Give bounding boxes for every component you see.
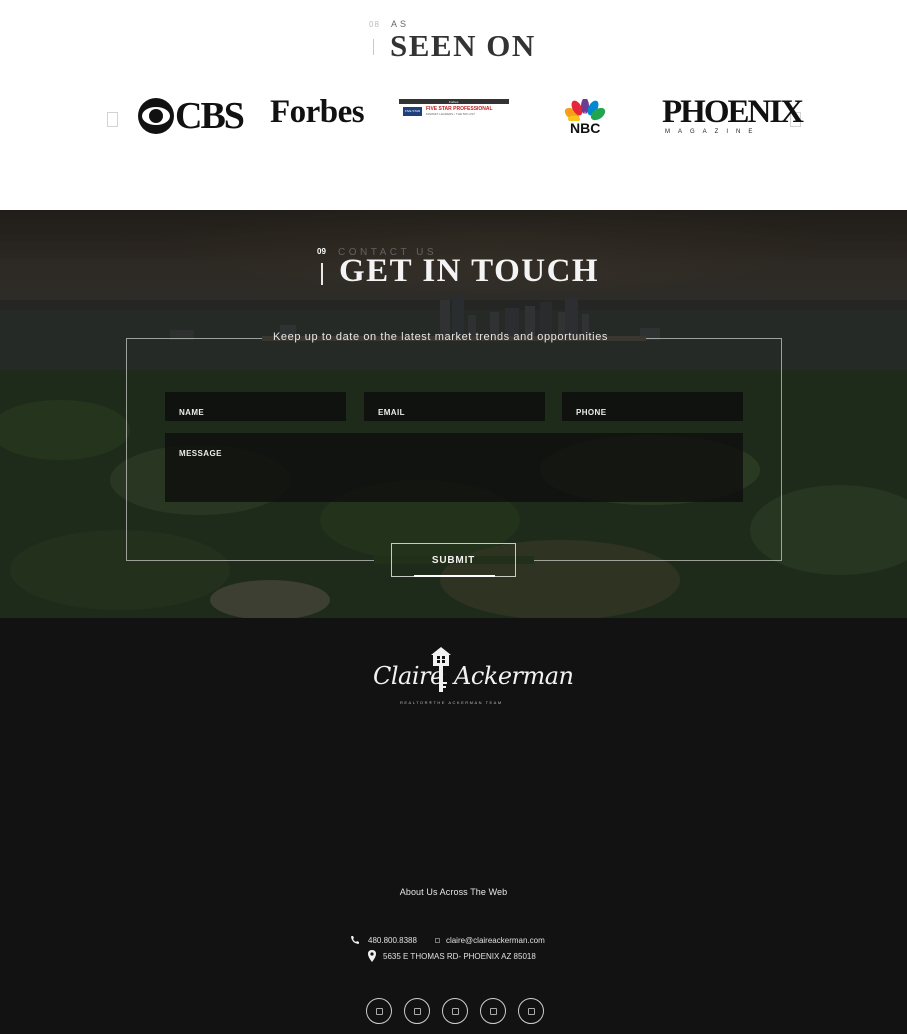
title-divider [373, 39, 374, 55]
cbs-logo-text: CBS [175, 95, 245, 137]
social-link-3[interactable] [442, 998, 468, 1024]
message-field-placeholder: MESSAGE [179, 449, 222, 458]
message-field[interactable]: MESSAGE [165, 433, 743, 502]
five-star-subtitle: MARKET LEADERS • THE 500 LIST [426, 112, 475, 116]
cbs-eye-icon [138, 98, 174, 134]
logo-tagline: REALTOR®THE ACKERMAN TEAM [400, 700, 503, 705]
phoenix-logo-text: PHOENIX [662, 94, 804, 130]
social-link-4[interactable] [480, 998, 506, 1024]
social-link-1[interactable] [366, 998, 392, 1024]
social-icon [489, 1007, 497, 1015]
section-title: GET IN TOUCH [339, 253, 600, 289]
social-links [366, 998, 544, 1024]
section-number: 08 [369, 20, 380, 29]
claire-ackerman-logo[interactable]: Claire Ackerman REALTOR®THE ACKERMAN TEA… [368, 642, 574, 710]
phone-link[interactable]: 480.800.8388 [368, 936, 417, 945]
social-link-2[interactable] [404, 998, 430, 1024]
email-link[interactable]: claire@claireackerman.com [446, 936, 545, 945]
submit-button[interactable]: SUBMIT [391, 543, 516, 577]
address-row: 5635 E THOMAS RD- PHOENIX AZ 85018 [367, 949, 536, 963]
social-icon [451, 1007, 459, 1015]
about-us-link[interactable]: About Us Across The Web [0, 887, 907, 897]
form-intro-text: Keep up to date on the latest market tre… [273, 331, 609, 343]
name-field-placeholder: NAME [179, 408, 205, 417]
name-field[interactable]: NAME [165, 392, 346, 421]
email-field-placeholder: EMAIL [378, 408, 405, 417]
phoenix-logo-subtext: MAGAZINE [665, 129, 761, 135]
social-link-5[interactable] [518, 998, 544, 1024]
phone-field-placeholder: PHONE [576, 408, 607, 417]
social-icon [527, 1007, 535, 1015]
logo-last-name: Ackerman [454, 662, 574, 690]
phone-icon [351, 936, 359, 944]
phone-field[interactable]: PHONE [562, 392, 743, 421]
as-seen-on-section: 08 AS SEEN ON CBS Forbes Forbes FIVE STA… [0, 0, 907, 210]
phoenix-magazine-logo: PHOENIX MAGAZINE [662, 94, 804, 136]
location-pin-icon [368, 950, 376, 962]
five-star-forbes-text: Forbes [449, 100, 459, 104]
nbc-logo: NBC [560, 99, 609, 139]
address-text: 5635 E THOMAS RD- PHOENIX AZ 85018 [383, 951, 536, 961]
carousel-prev-arrow-icon[interactable] [107, 112, 118, 127]
social-icon [413, 1007, 421, 1015]
email-field[interactable]: EMAIL [364, 392, 545, 421]
five-star-badge: FIVE STAR [403, 107, 422, 116]
five-star-professional-logo: Forbes FIVE STAR FIVE STAR PROFESSIONAL … [399, 99, 509, 121]
social-icon [375, 1007, 383, 1015]
title-divider [321, 263, 323, 285]
cbs-logo: CBS [138, 95, 245, 137]
nbc-logo-text: NBC [568, 120, 603, 136]
contact-section: 09 CONTACT US GET IN TOUCH Keep up to da… [0, 210, 907, 618]
email-icon [434, 937, 440, 943]
section-title: SEEN ON [390, 28, 536, 63]
forbes-logo: Forbes [270, 94, 365, 130]
section-number: 09 [317, 247, 326, 256]
site-footer: Claire Ackerman REALTOR®THE ACKERMAN TEA… [0, 618, 907, 1034]
contact-info-row: 480.800.8388 claire@claireackerman.com [350, 933, 545, 947]
house-key-icon [431, 647, 451, 692]
